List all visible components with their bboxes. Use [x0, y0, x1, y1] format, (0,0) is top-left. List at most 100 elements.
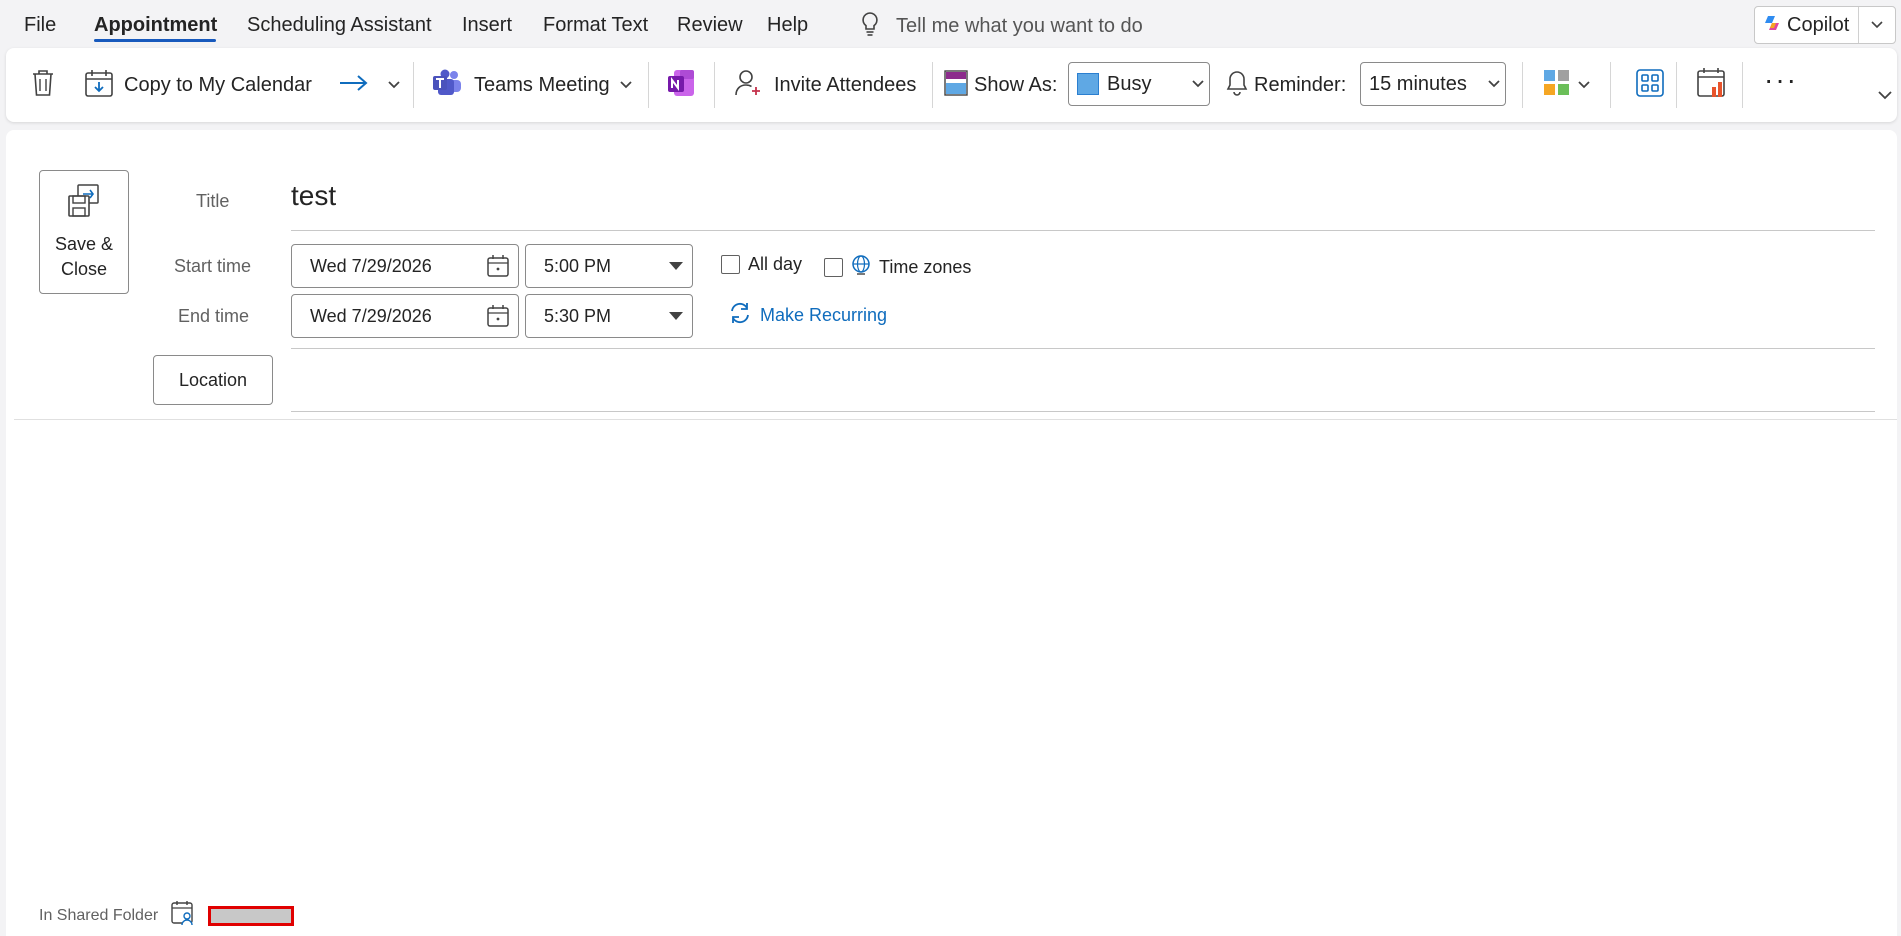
copilot-label: Copilot	[1787, 13, 1850, 36]
end-time-select[interactable]: 5:30 PM	[525, 294, 693, 338]
menu-bar: File Appointment Scheduling Assistant In…	[0, 0, 1901, 48]
menu-help[interactable]: Help	[767, 14, 808, 37]
chevron-down-icon	[388, 81, 400, 89]
all-day-box[interactable]	[721, 255, 740, 274]
menu-scheduling-assistant[interactable]: Scheduling Assistant	[247, 14, 432, 37]
categorize-button[interactable]	[1542, 48, 1590, 122]
shared-folder-label: In Shared Folder	[39, 906, 159, 924]
forward-button[interactable]	[338, 48, 370, 122]
invite-attendees-button[interactable]: Invite Attendees	[734, 48, 916, 122]
apps-grid-icon	[1636, 68, 1664, 102]
start-date-picker[interactable]: Wed 7/29/2026	[291, 244, 519, 288]
chevron-down-icon	[1878, 90, 1892, 99]
menu-appointment[interactable]: Appointment	[94, 14, 217, 37]
separator	[1676, 62, 1677, 108]
onenote-icon	[666, 68, 696, 103]
invite-attendees-label: Invite Attendees	[774, 73, 917, 96]
appointment-form: Save & Close Title test Start time Wed 7…	[6, 130, 1897, 936]
delete-button[interactable]	[30, 48, 56, 122]
location-input[interactable]	[291, 355, 1875, 405]
notes-body[interactable]	[14, 422, 1891, 882]
globe-icon	[851, 254, 871, 281]
start-time-select[interactable]: 5:00 PM	[525, 244, 693, 288]
categorize-icon	[1542, 68, 1572, 103]
calendar-chart-icon	[1696, 67, 1728, 104]
menu-review[interactable]: Review	[677, 14, 743, 37]
lightbulb-icon	[860, 11, 880, 42]
save-close-icon	[66, 183, 102, 224]
caret-down-icon	[660, 312, 692, 320]
person-add-icon	[734, 68, 764, 103]
forward-dropdown[interactable]	[388, 48, 400, 122]
shared-folder-footer: In Shared Folder	[39, 900, 295, 931]
end-time-label: End time	[178, 306, 250, 326]
tell-me-search[interactable]: Tell me what you want to do	[860, 11, 1143, 42]
ribbon-expand-button[interactable]	[1878, 58, 1892, 132]
end-date-value: Wed 7/29/2026	[310, 305, 432, 326]
menu-file[interactable]: File	[24, 14, 56, 37]
show-as-group: Show As:	[944, 48, 1057, 122]
busy-swatch	[1077, 73, 1099, 95]
recurring-icon	[728, 302, 752, 329]
separator	[648, 62, 649, 108]
show-as-select[interactable]: Busy	[1068, 62, 1210, 106]
body-divider	[14, 419, 1897, 420]
more-options-icon: ···	[1764, 64, 1798, 95]
calendar-icon[interactable]	[478, 304, 518, 328]
reminder-select[interactable]: 15 minutes	[1360, 62, 1506, 106]
arrow-right-icon	[338, 73, 370, 98]
title-label: Title	[196, 191, 230, 211]
chevron-down-icon	[1483, 80, 1505, 88]
trash-icon	[30, 68, 56, 103]
all-day-checkbox[interactable]: All day	[721, 254, 802, 275]
teams-meeting-button[interactable]: Teams Meeting	[432, 48, 610, 122]
onenote-button[interactable]	[666, 48, 696, 122]
all-day-label: All day	[748, 254, 803, 274]
reminder-value: 15 minutes	[1369, 72, 1467, 95]
chevron-down-icon	[1187, 80, 1209, 88]
end-date-picker[interactable]: Wed 7/29/2026	[291, 294, 519, 338]
teams-meeting-label: Teams Meeting	[474, 73, 610, 96]
copy-to-calendar-button[interactable]: Copy to My Calendar	[84, 48, 312, 122]
show-as-label: Show As:	[974, 73, 1058, 96]
title-input[interactable]: test	[291, 180, 336, 212]
show-as-icon	[944, 69, 968, 102]
copilot-dropdown[interactable]	[1859, 21, 1895, 29]
reminder-label: Reminder:	[1254, 73, 1347, 96]
calendar-icon[interactable]	[478, 254, 518, 278]
end-time-value: 5:30 PM	[544, 305, 612, 326]
make-recurring-button[interactable]: Make Recurring	[728, 302, 887, 329]
ribbon-toolbar: Copy to My Calendar Teams Meeting Invite…	[6, 48, 1897, 122]
save-and-close-button[interactable]: Save & Close	[39, 170, 129, 294]
separator	[1522, 62, 1523, 108]
show-as-value: Busy	[1107, 72, 1152, 95]
copy-to-calendar-label: Copy to My Calendar	[124, 73, 312, 96]
separator	[714, 62, 715, 108]
copilot-button[interactable]: Copilot	[1754, 6, 1896, 44]
start-time-value: 5:00 PM	[544, 255, 612, 276]
more-options-button[interactable]: ···	[1764, 48, 1798, 122]
time-zones-box[interactable]	[824, 258, 843, 277]
teams-meeting-dropdown[interactable]	[620, 48, 632, 122]
location-button[interactable]: Location	[153, 355, 273, 405]
menu-format-text[interactable]: Format Text	[543, 14, 648, 37]
menu-insert[interactable]: Insert	[462, 14, 512, 37]
separator	[932, 62, 933, 108]
tell-me-text: Tell me what you want to do	[896, 14, 1143, 37]
time-zones-label: Time zones	[879, 257, 972, 277]
location-underline	[291, 411, 1875, 412]
separator	[1610, 62, 1611, 108]
copilot-main[interactable]: Copilot	[1755, 7, 1859, 43]
teams-icon	[432, 69, 462, 102]
reminder-group: Reminder:	[1226, 48, 1346, 122]
time-underline	[291, 348, 1875, 349]
redacted-folder-name	[208, 905, 295, 926]
start-time-label: Start time	[174, 256, 252, 276]
make-recurring-label: Make Recurring	[760, 305, 888, 325]
chevron-down-icon	[1578, 81, 1590, 89]
time-zones-checkbox[interactable]: Time zones	[824, 254, 971, 281]
scheduling-insights-button[interactable]	[1696, 48, 1728, 122]
apps-button[interactable]	[1636, 48, 1664, 122]
separator	[413, 62, 414, 108]
start-date-value: Wed 7/29/2026	[310, 255, 432, 276]
